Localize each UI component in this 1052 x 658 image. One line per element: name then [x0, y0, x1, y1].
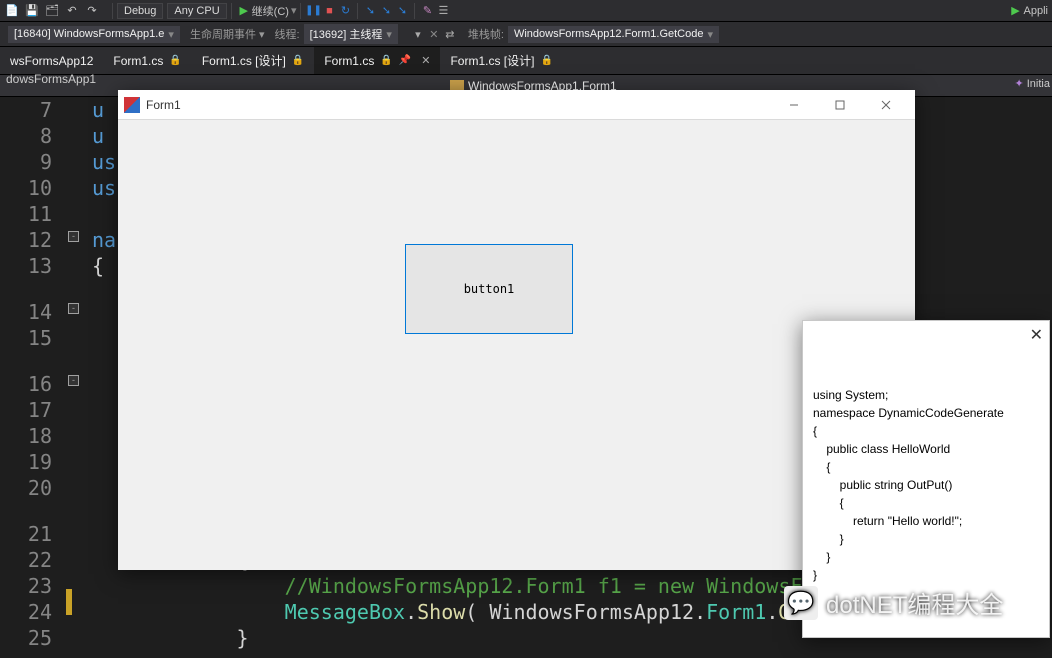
doc-tab-4[interactable]: Form1.cs [设计]🔒	[440, 47, 562, 74]
debug-location-toolbar: [16840] WindowsFormsApp1.e ▾ 生命周期事件 ▾ 线程…	[0, 22, 1052, 47]
line-number: 7	[0, 97, 52, 123]
lifecycle-icon[interactable]: 生命周期事件 ▾	[190, 26, 265, 42]
code-tooltip-popup: ✕ using System; namespace DynamicCodeGen…	[802, 320, 1050, 638]
continue-dropdown[interactable]: ▾	[291, 4, 297, 17]
lock-icon: 🔒	[540, 55, 552, 66]
solution-config-combo[interactable]: Debug	[117, 3, 163, 19]
line-number-gutter: 7 8 9 10 11 12 13 14 15 16 17 18 19 20 2…	[0, 97, 62, 658]
step-out-icon[interactable]	[394, 3, 410, 19]
configure-icon[interactable]: ☰	[435, 3, 451, 19]
close-button[interactable]	[863, 90, 909, 120]
doc-tab-2[interactable]: Form1.cs [设计]🔒	[192, 47, 314, 74]
lock-icon: 🔒	[292, 55, 304, 66]
popup-close-icon[interactable]: ✕	[1030, 325, 1043, 345]
step-into-icon[interactable]	[362, 3, 378, 19]
continue-button[interactable]: 继续(C)	[252, 3, 289, 19]
separator	[112, 3, 113, 19]
restart-icon[interactable]	[337, 3, 353, 19]
save-icon[interactable]: 💾	[24, 3, 40, 19]
separator	[357, 3, 358, 19]
running-app-window: Form1 button1	[118, 90, 915, 570]
pause-icon[interactable]	[305, 3, 321, 19]
fold-gutter: - - -	[62, 97, 92, 658]
stop-icon[interactable]	[321, 3, 337, 19]
tools-icon[interactable]: ✎	[419, 3, 435, 19]
doc-tab-3[interactable]: Form1.cs🔒📌✕	[314, 47, 440, 74]
filter-icon[interactable]	[410, 26, 426, 42]
window-title: Form1	[146, 98, 771, 112]
stackframe-label: 堆栈帧:	[468, 26, 504, 42]
fold-toggle[interactable]: -	[68, 231, 79, 242]
close-icon[interactable]: ✕	[421, 54, 430, 67]
process-combo[interactable]: [16840] WindowsFormsApp1.e ▾	[8, 26, 180, 43]
minimize-button[interactable]	[771, 90, 817, 120]
side-panel-tab[interactable]: ✦ Initia	[1014, 77, 1050, 90]
app-icon	[124, 97, 140, 113]
fold-toggle[interactable]: -	[68, 375, 79, 386]
lock-icon: 🔒	[169, 55, 181, 66]
save-all-icon[interactable]: 🗂	[44, 3, 60, 19]
form-client-area[interactable]: button1	[118, 120, 915, 570]
lock-icon: 🔒	[380, 55, 392, 66]
new-file-icon[interactable]: 📄	[4, 3, 20, 19]
separator	[231, 3, 232, 19]
doc-tab-0[interactable]: wsFormsApp12	[0, 47, 103, 74]
pin-icon[interactable]: 📌	[399, 55, 411, 66]
undo-icon[interactable]: ↶	[64, 3, 80, 19]
separator	[414, 3, 415, 19]
thread-label: 线程:	[275, 26, 300, 42]
fold-toggle[interactable]: -	[68, 303, 79, 314]
window-titlebar[interactable]: Form1	[118, 90, 915, 120]
separator	[300, 3, 301, 19]
run-app-icon[interactable]	[1008, 3, 1024, 19]
continue-icon[interactable]	[236, 3, 252, 19]
step-over-icon[interactable]	[378, 3, 394, 19]
stackframe-combo[interactable]: WindowsFormsApp12.Form1.GetCode ▾	[508, 26, 719, 43]
swap-icon[interactable]	[442, 26, 458, 42]
maximize-button[interactable]	[817, 90, 863, 120]
popup-code-content: using System; namespace DynamicCodeGener…	[813, 386, 1039, 584]
button1[interactable]: button1	[405, 244, 573, 334]
change-marker	[66, 589, 72, 615]
platform-combo[interactable]: Any CPU	[167, 3, 226, 19]
thread-combo[interactable]: [13692] 主线程 ▾	[304, 24, 398, 44]
app-label: Appli	[1024, 5, 1048, 17]
redo-icon[interactable]: ↷	[84, 3, 100, 19]
doc-tab-1[interactable]: Form1.cs🔒	[103, 47, 191, 74]
filter-clear-icon[interactable]: ✕	[426, 26, 442, 42]
main-toolbar: 📄 💾 🗂 ↶ ↷ Debug Any CPU 继续(C) ▾ ✎ ☰ Appl…	[0, 0, 1052, 22]
